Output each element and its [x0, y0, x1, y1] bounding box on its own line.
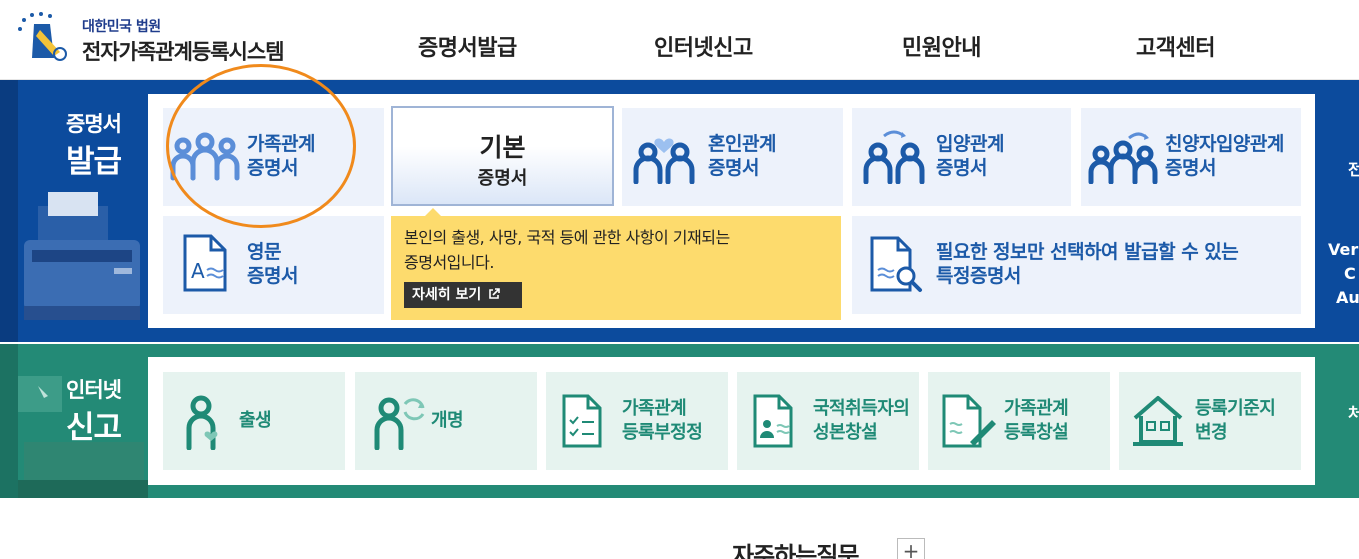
correction-report-card[interactable]: 가족관계 등록부정정: [546, 372, 728, 470]
nav-certificate[interactable]: 증명서발급: [418, 30, 517, 62]
rename-report-label: 개명: [431, 410, 464, 431]
basic-certificate-subtitle: 증명서: [477, 168, 528, 189]
english-document-icon: A: [183, 234, 227, 292]
full-adoption-label: 친양자입양관계 증명서: [1165, 133, 1284, 179]
adoption-label: 입양관계 증명서: [936, 133, 1004, 179]
search-document-icon: [870, 236, 922, 292]
specific-certificate-label: 필요한 정보만 선택하여 발급할 수 있는 특정증명서: [936, 241, 1239, 287]
marriage-certificate-card[interactable]: 혼인관계 증명서: [622, 108, 843, 206]
birth-report-label: 출생: [239, 410, 272, 431]
baby-icon: [186, 395, 218, 450]
right-edge-text-2: Veri: [1328, 240, 1359, 259]
id-document-icon: [753, 394, 793, 448]
nav-civil-guide[interactable]: 민원안내: [902, 30, 981, 62]
site-logo[interactable]: 대한민국 법원 전자가족관계등록시스템: [14, 10, 314, 70]
nationality-report-label: 국적취득자의 성본창설: [813, 398, 910, 443]
specific-certificate-card[interactable]: 필요한 정보만 선택하여 발급할 수 있는 특정증명서: [852, 216, 1301, 314]
family-relation-certificate-card[interactable]: 가족관계 증명서: [163, 108, 384, 206]
printer-illustration: [24, 192, 140, 320]
name-change-icon: [374, 397, 425, 450]
marriage-icon: [633, 138, 695, 184]
adoption-certificate-card[interactable]: 입양관계 증명서: [852, 108, 1071, 206]
adoption-icon: [863, 130, 925, 184]
right-edge-text-1: 전: [1348, 160, 1359, 179]
logo-title: 전자가족관계등록시스템: [82, 40, 285, 64]
domicile-change-card[interactable]: 등록기준지 변경: [1119, 372, 1301, 470]
view-details-label: 자세히 보기: [412, 287, 482, 303]
report-right-edge-text: 처: [1348, 404, 1359, 423]
rename-report-card[interactable]: 개명: [355, 372, 537, 470]
logo-subtitle: 대한민국 법원: [82, 19, 161, 35]
right-edge-text-3: C: [1344, 264, 1356, 283]
certificate-band-shade: [0, 80, 18, 342]
court-emblem-icon: [18, 12, 67, 61]
family-icon: [170, 132, 240, 181]
faq-title[interactable]: 자주하는질문: [732, 536, 859, 559]
svg-text:A: A: [191, 259, 205, 283]
certificate-label-big: 발급: [66, 144, 122, 180]
full-adoption-certificate-card[interactable]: 친양자입양관계 증명서: [1081, 108, 1301, 206]
site-header: 대한민국 법원 전자가족관계등록시스템 증명서발급 인터넷신고 민원안내 고객센…: [0, 0, 1359, 80]
tooltip-description: 본인의 출생, 사망, 국적 등에 관한 사항이 기재되는 증명서입니다.: [404, 228, 730, 272]
domicile-change-label: 등록기준지 변경: [1195, 398, 1276, 443]
house-icon: [1133, 396, 1183, 446]
correction-report-label: 가족관계 등록부정정: [622, 398, 703, 443]
nav-customer-center[interactable]: 고객센터: [1136, 30, 1215, 62]
write-document-icon: [942, 394, 996, 448]
faq-more-button[interactable]: +: [897, 538, 925, 559]
report-band-shade: [0, 344, 18, 498]
external-link-icon: [489, 288, 500, 299]
marriage-label: 혼인관계 증명서: [708, 133, 776, 179]
view-details-button[interactable]: 자세히 보기: [404, 282, 522, 308]
full-adoption-icon: [1088, 132, 1158, 184]
creation-report-card[interactable]: 가족관계 등록창설: [928, 372, 1110, 470]
english-certificate-card[interactable]: A 영문 증명서: [163, 216, 384, 314]
checklist-document-icon: [562, 394, 602, 448]
birth-report-card[interactable]: 출생: [163, 372, 345, 470]
basic-certificate-card[interactable]: 기본 증명서: [391, 106, 614, 206]
nav-internet-report[interactable]: 인터넷신고: [654, 30, 753, 62]
basic-certificate-title: 기본: [479, 133, 526, 162]
family-relation-label: 가족관계 증명서: [247, 133, 315, 179]
nationality-report-card[interactable]: 국적취득자의 성본창설: [737, 372, 919, 470]
right-edge-text-4: Au: [1336, 288, 1359, 307]
english-certificate-label: 영문 증명서: [247, 241, 298, 287]
laptop-illustration: [18, 376, 148, 498]
certificate-label-small: 증명서: [66, 112, 122, 136]
creation-report-label: 가족관계 등록창설: [1004, 398, 1069, 443]
